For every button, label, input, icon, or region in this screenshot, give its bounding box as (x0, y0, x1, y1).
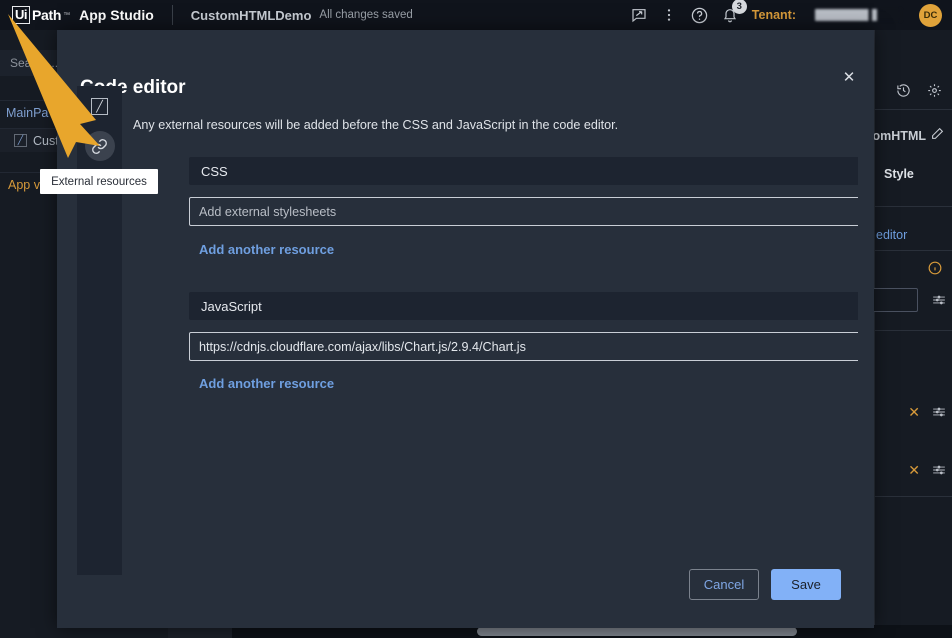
feedback-icon[interactable] (631, 7, 647, 23)
code-editor-modal: ✕ Code editor ╱ Any external resources w… (57, 30, 874, 628)
notification-bell-icon[interactable]: 3 (722, 7, 738, 23)
tooltip-external-resources: External resources (40, 169, 158, 194)
expression-icon-3[interactable] (932, 463, 946, 480)
control-name-row: omHTML (874, 125, 952, 147)
tenant-label: Tenant: (752, 8, 796, 22)
tree-item-mainpage-label: MainPa (6, 106, 48, 120)
logo-path-text: Path (32, 7, 61, 23)
code-editor-link[interactable]: editor (874, 225, 952, 245)
tab-style-label: Style (884, 167, 914, 181)
panel-divider-5 (874, 496, 952, 497)
external-resources-icon[interactable] (77, 126, 122, 166)
notification-badge: 3 (732, 0, 747, 14)
remove-row-icon-1[interactable]: ✕ (908, 404, 920, 421)
logo-trademark: ™ (63, 12, 70, 19)
help-icon[interactable] (691, 7, 708, 24)
more-vertical-icon[interactable] (661, 7, 677, 23)
panel-divider-2 (874, 206, 952, 207)
panel-divider-1 (874, 109, 952, 110)
modal-body: Any external resources will be added bef… (133, 86, 858, 558)
app-root: Search... MainPa ╱ Custo App v (0, 0, 952, 638)
pencil-icon[interactable] (931, 127, 944, 145)
topbar-divider (172, 5, 173, 25)
project-name[interactable]: CustomHTMLDemo (191, 8, 312, 23)
tree-item-app-variables-label: App v (8, 178, 40, 192)
custom-html-icon: ╱ (14, 134, 27, 147)
close-icon[interactable]: ✕ (838, 66, 860, 88)
uipath-logo[interactable]: Ui Path ™ (12, 6, 70, 24)
section-header-javascript[interactable]: JavaScript (189, 292, 858, 320)
tenant-value-redacted (815, 9, 901, 21)
modal-footer-actions: Cancel Save (689, 569, 841, 600)
scrollbar-thumb[interactable] (477, 627, 797, 636)
modal-sidebar: ╱ (77, 86, 122, 575)
avatar[interactable]: DC (919, 4, 942, 27)
panel-divider-4 (874, 330, 952, 331)
cancel-button[interactable]: Cancel (689, 569, 759, 600)
panel-divider-3 (874, 250, 952, 251)
code-editor-link-label: editor (876, 228, 907, 242)
save-status: All changes saved (319, 9, 412, 21)
code-editor-glyph: ╱ (91, 98, 108, 115)
modal-description: Any external resources will be added bef… (133, 118, 618, 132)
section-header-css-label: CSS (201, 164, 228, 179)
javascript-resource-input[interactable] (189, 332, 858, 361)
logo-ui-mark: Ui (12, 6, 30, 24)
top-bar: Ui Path ™ App Studio CustomHTMLDemo All … (0, 0, 952, 30)
code-editor-icon[interactable]: ╱ (77, 86, 122, 126)
save-button[interactable]: Save (771, 569, 841, 600)
history-icon[interactable] (896, 83, 911, 103)
add-another-resource-css[interactable]: Add another resource (199, 242, 334, 257)
section-header-css[interactable]: CSS (189, 157, 858, 185)
product-name: App Studio (79, 7, 154, 23)
add-another-resource-javascript[interactable]: Add another resource (199, 376, 334, 391)
css-resource-input[interactable] (189, 197, 858, 226)
control-name-label: omHTML (873, 129, 926, 143)
remove-row-icon-2[interactable]: ✕ (908, 462, 920, 479)
expression-icon-1[interactable] (932, 293, 946, 310)
properties-panel: omHTML Style editor (874, 30, 952, 638)
gear-icon[interactable] (927, 83, 942, 103)
expression-icon-2[interactable] (932, 405, 946, 422)
chain-link-icon (85, 131, 115, 161)
properties-toolbar (874, 78, 952, 108)
info-icon[interactable] (928, 261, 942, 278)
section-header-javascript-label: JavaScript (201, 299, 262, 314)
tab-style[interactable]: Style (874, 164, 952, 184)
topbar-actions: 3 Tenant: DC (631, 4, 952, 27)
